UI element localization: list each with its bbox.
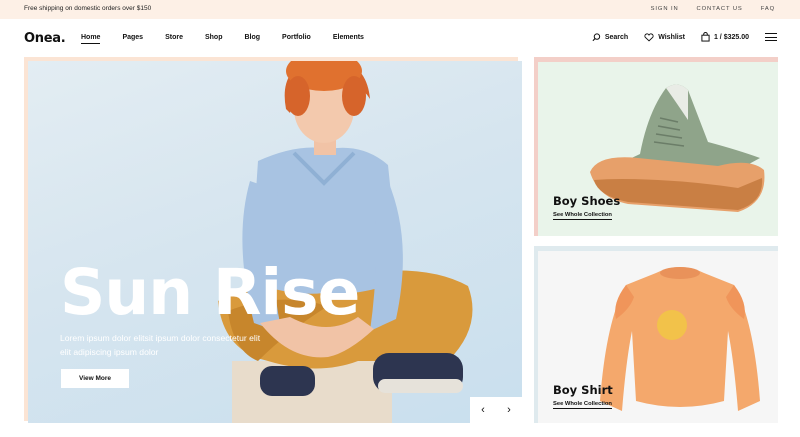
logo[interactable]: Onea. <box>24 31 66 46</box>
shoe-image <box>590 84 765 212</box>
wishlist-button[interactable]: Wishlist <box>644 32 685 42</box>
nav-home[interactable]: Home <box>81 34 101 44</box>
card-shoes-link[interactable]: See Whole Collection <box>553 212 612 220</box>
card-boy-shoes[interactable]: Boy Shoes See Whole Collection <box>538 62 778 236</box>
card-shoes-title: Boy Shoes <box>553 194 621 208</box>
search-icon <box>592 32 600 41</box>
site-header: Onea. Home Pages Store Shop Blog Portfol… <box>0 19 800 57</box>
faq-link[interactable]: FAQ <box>761 6 775 12</box>
menu-icon[interactable] <box>765 33 777 41</box>
hero-description-line-1: Lorem ipsum dolor elitsit ipsum dolor co… <box>60 333 261 343</box>
card-shirt-link[interactable]: See Whole Collection <box>553 401 612 409</box>
search-label: Search <box>604 33 629 41</box>
heart-icon <box>644 32 654 41</box>
shipping-notice: Free shipping on domestic orders over $1… <box>24 5 152 12</box>
shirt-image <box>600 267 760 411</box>
header-actions: Search Wishlist 1 / $325.00 <box>576 32 777 42</box>
card-boy-shirt[interactable]: Boy Shirt See Whole Collection <box>538 251 778 423</box>
top-links: SIGN IN CONTACT US FAQ <box>651 6 775 12</box>
cart-button[interactable]: 1 / $325.00 <box>701 32 749 42</box>
contact-us-link[interactable]: CONTACT US <box>697 6 743 12</box>
main-nav: Home Pages Store Shop Blog Portfolio Ele… <box>81 34 386 44</box>
nav-blog[interactable]: Blog <box>244 34 260 41</box>
slider-controls: ‹ › <box>470 397 522 423</box>
cart-total: 1 / $325.00 <box>713 33 749 41</box>
nav-elements[interactable]: Elements <box>333 34 364 41</box>
nav-pages[interactable]: Pages <box>122 34 143 41</box>
hero-description-line-2: elit adipiscing ipsum dolor <box>60 347 159 357</box>
sign-in-link[interactable]: SIGN IN <box>651 6 679 12</box>
hero-banner: Sun Rise Lorem ipsum dolor elitsit ipsum… <box>28 61 522 423</box>
card-shirt-title: Boy Shirt <box>553 383 613 397</box>
hero-title: Sun Rise <box>60 256 360 329</box>
top-bar: Free shipping on domestic orders over $1… <box>0 0 800 19</box>
nav-portfolio[interactable]: Portfolio <box>282 34 311 41</box>
nav-store[interactable]: Store <box>165 34 183 41</box>
prev-slide-icon[interactable]: ‹ <box>481 404 485 416</box>
shopping-bag-icon <box>701 32 710 42</box>
search-button[interactable]: Search <box>592 32 629 42</box>
next-slide-icon[interactable]: › <box>507 404 511 416</box>
wishlist-label: Wishlist <box>658 33 685 41</box>
nav-shop[interactable]: Shop <box>205 34 223 41</box>
view-more-button[interactable]: View More <box>61 369 129 388</box>
hero-description: Lorem ipsum dolor elitsit ipsum dolor co… <box>60 331 280 359</box>
